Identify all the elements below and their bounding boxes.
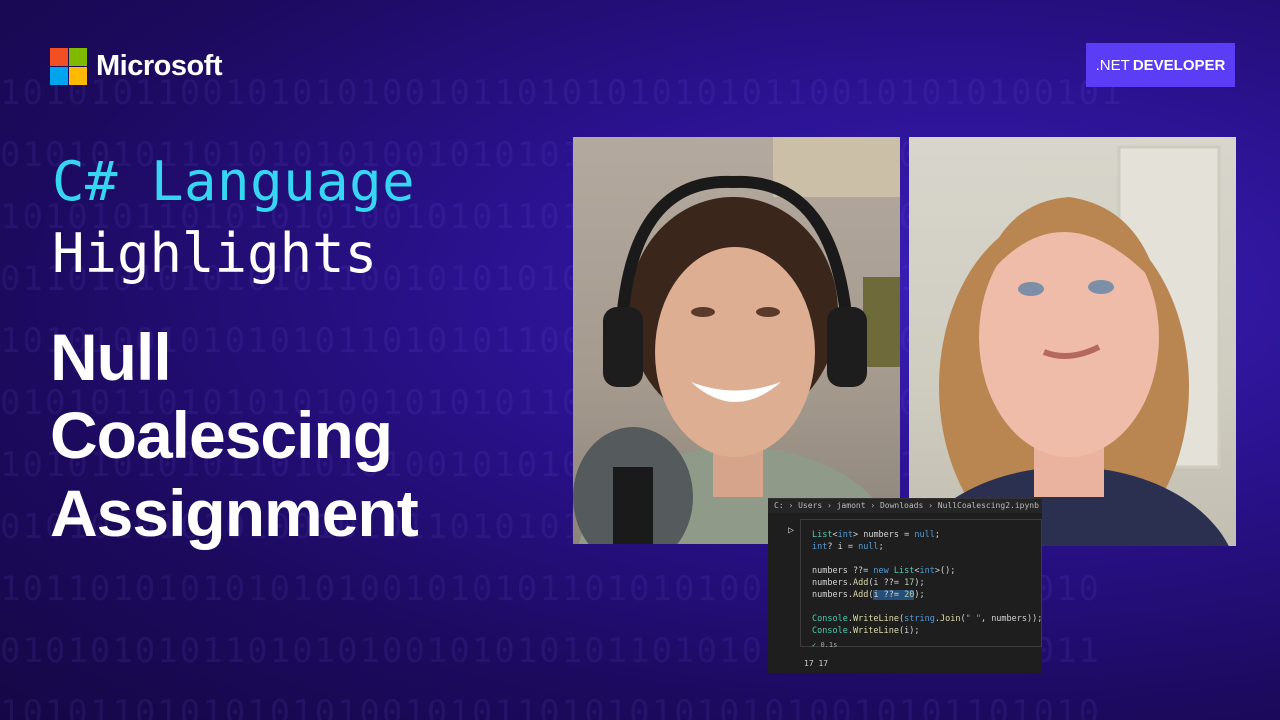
- code-notebook-panel: C: › Users › jamont › Downloads › NullCo…: [768, 498, 1042, 673]
- badge-label: DEVELOPER: [1132, 56, 1226, 74]
- code-editor[interactable]: List<int> numbers = null; int? i = null;…: [812, 529, 1042, 637]
- run-cell-icon[interactable]: ▷: [788, 525, 794, 536]
- cell-run-time: 0.1s: [820, 641, 838, 649]
- presenter-video-right: [909, 137, 1236, 546]
- presenter-video-left: [573, 137, 900, 544]
- badge-prefix: .NET: [1095, 56, 1130, 74]
- microsoft-logo-icon: [50, 48, 87, 85]
- presenter-right-image: [909, 145, 1229, 546]
- microsoft-logo: Microsoft: [50, 48, 223, 85]
- episode-topic: Null Coalescing Assignment: [50, 318, 419, 552]
- series-title-line2: Highlights: [52, 222, 378, 285]
- brand-name: Microsoft: [96, 50, 223, 82]
- presenter-left-image: [573, 137, 900, 544]
- cell-status: ✓ 0.1s: [812, 641, 837, 649]
- topic-line3: Assignment: [50, 476, 419, 550]
- cell-output: 17 17: [804, 659, 829, 668]
- series-title-line1: C# Language: [52, 150, 416, 213]
- file-breadcrumb[interactable]: C: › Users › jamont › Downloads › NullCo…: [768, 499, 1042, 513]
- check-icon: ✓: [812, 641, 817, 649]
- topic-line2: Coalescing: [50, 398, 393, 472]
- dotnet-developer-badge: .NET DEVELOPER: [1086, 43, 1235, 87]
- topic-line1: Null: [50, 320, 172, 394]
